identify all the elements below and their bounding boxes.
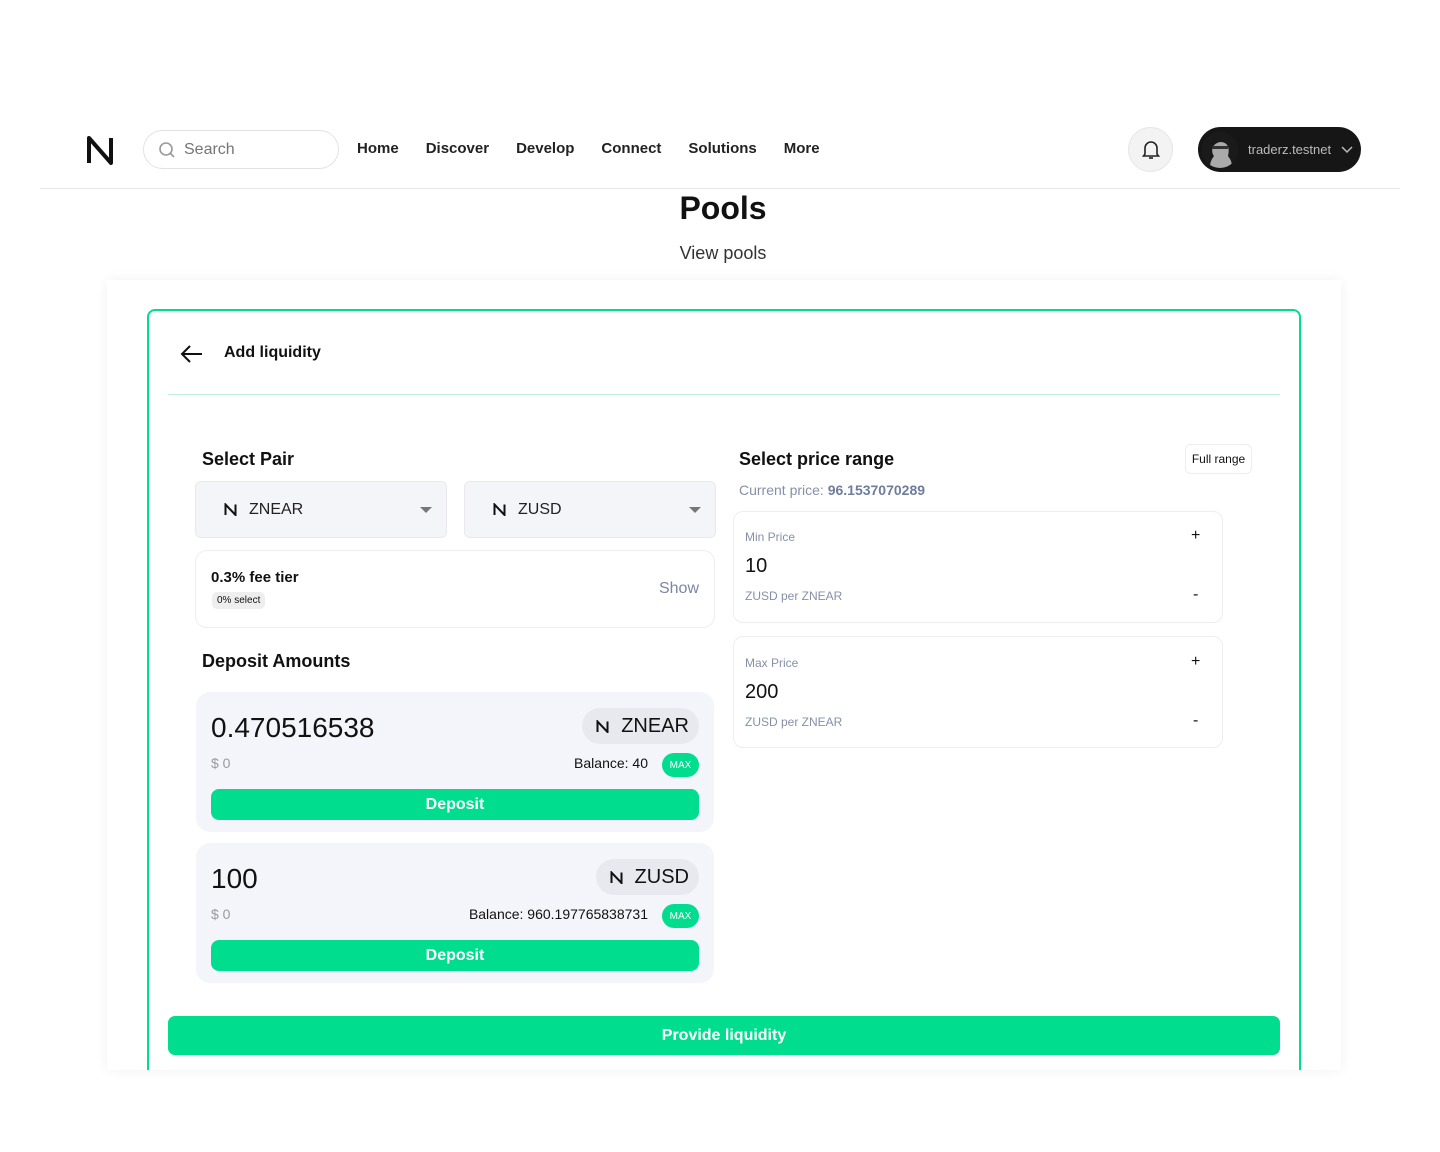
max-price-box: Max Price 200 ZUSD per ZNEAR + - [733,636,1223,748]
account-name: traderz.testnet [1248,142,1332,157]
increment-button[interactable]: + [1191,527,1200,545]
header-divider [168,394,1280,395]
min-price-unit: ZUSD per ZNEAR [745,589,843,603]
min-price-box: Min Price 10 ZUSD per ZNEAR + - [733,511,1223,623]
current-price-value: 96.1537070289 [827,482,926,498]
decrement-button[interactable]: - [1193,586,1198,604]
nav-home[interactable]: Home [357,140,399,157]
balance: Balance: 960.197765838731 [468,906,648,922]
deposit-button[interactable]: Deposit [211,940,699,971]
near-token-icon [596,719,609,733]
nav-more[interactable]: More [784,140,820,157]
max-price-unit: ZUSD per ZNEAR [745,715,843,729]
search-bar[interactable] [143,130,339,169]
caret-down-icon [689,506,701,513]
token-b-select[interactable]: ZUSD [464,481,716,538]
decrement-button[interactable]: - [1193,712,1198,730]
provide-liquidity-button[interactable]: Provide liquidity [168,1016,1280,1055]
caret-down-icon [420,506,432,513]
max-button[interactable]: MAX [662,753,699,777]
increment-button[interactable]: + [1191,653,1200,671]
near-token-icon [610,870,623,884]
token-label: ZNEAR [621,714,689,737]
near-logo-icon[interactable] [86,135,114,165]
page-subtitle[interactable]: View pools [0,243,1440,264]
balance: Balance: 40 [574,755,648,771]
max-button[interactable]: MAX [662,904,699,928]
amount-input[interactable]: 0.470516538 [211,712,375,744]
usd-value: $ 0 [211,906,231,922]
fee-select-badge: 0% select [212,592,266,609]
token-label: ZUSD [634,865,689,888]
current-price: Current price: 96.1537070289 [739,482,925,498]
deposit-heading: Deposit Amounts [202,651,351,671]
bell-icon [1141,140,1160,159]
card-title: Add liquidity [224,344,321,361]
nav-discover[interactable]: Discover [426,140,489,157]
min-price-input[interactable]: 10 [745,555,767,578]
token-badge: ZNEAR [582,708,699,744]
main-nav: Home Discover Develop Connect Solutions … [357,140,820,157]
show-fee-button[interactable]: Show [659,580,699,598]
current-price-label: Current price: [739,482,828,498]
usd-value: $ 0 [211,755,231,771]
select-pair-heading: Select Pair [202,449,295,469]
deposit-button[interactable]: Deposit [211,789,699,820]
max-price-input[interactable]: 200 [745,681,778,704]
min-price-label: Min Price [745,530,796,544]
notifications-button[interactable] [1128,127,1173,172]
page-title: Pools [679,190,767,226]
fee-tier-label: 0.3% fee tier [211,569,299,586]
fee-tier-box: 0.3% fee tier 0% select Show [195,550,715,628]
back-arrow-icon[interactable] [180,343,204,365]
near-token-icon [224,503,237,516]
nav-develop[interactable]: Develop [516,140,574,157]
near-token-icon [493,503,506,516]
token-b-label: ZUSD [518,500,562,518]
deposit-card-zusd: 100 ZUSD $ 0 Balance: 960.197765838731 M… [196,843,714,983]
nav-connect[interactable]: Connect [601,140,661,157]
max-price-label: Max Price [745,656,799,670]
search-icon [159,141,175,158]
amount-input[interactable]: 100 [211,863,258,895]
token-badge: ZUSD [595,859,699,895]
chevron-down-icon [1341,145,1353,153]
token-a-label: ZNEAR [249,500,304,518]
token-a-select[interactable]: ZNEAR [195,481,447,538]
account-menu[interactable]: traderz.testnet [1198,127,1361,172]
nav-divider [40,188,1400,189]
price-range-heading: Select price range [739,449,895,469]
avatar [1202,131,1238,168]
full-range-button[interactable]: Full range [1185,444,1252,474]
deposit-card-znear: 0.470516538 ZNEAR $ 0 Balance: 40 MAX De… [196,692,714,832]
nav-solutions[interactable]: Solutions [688,140,756,157]
search-input[interactable] [184,140,314,159]
